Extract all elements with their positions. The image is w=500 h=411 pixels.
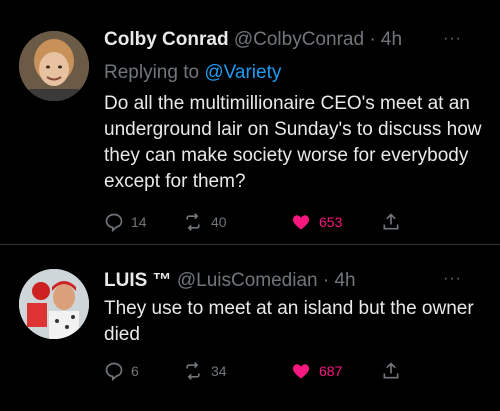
tweet-colby[interactable]: Colby Conrad @ColbyConrad · 4h ··· Reply…: [0, 0, 500, 245]
tweet-text: Do all the multimillionaire CEO's meet a…: [104, 93, 482, 192]
display-name[interactable]: LUIS ™: [104, 270, 172, 291]
retweet-button[interactable]: 40: [182, 212, 227, 232]
replying-label: Replying to: [104, 62, 200, 83]
like-count: 687: [319, 363, 343, 379]
like-icon: [292, 215, 310, 230]
mention-link[interactable]: @Variety: [204, 62, 281, 83]
tweet-header: LUIS ™ @LuisComedian · 4h: [104, 270, 356, 292]
timestamp[interactable]: · 4h: [369, 29, 402, 50]
display-name[interactable]: Colby Conrad: [104, 29, 229, 50]
reply-button[interactable]: 14: [104, 212, 147, 232]
tweet-text: They use to meet at an island but the ow…: [104, 298, 474, 345]
reply-count: 6: [131, 363, 139, 379]
reply-icon: [105, 362, 123, 381]
like-icon: [292, 364, 310, 379]
reply-icon: [105, 213, 123, 232]
retweet-button[interactable]: 34: [182, 361, 227, 381]
user-handle[interactable]: @LuisComedian: [177, 270, 318, 291]
avatar[interactable]: [19, 269, 89, 339]
tweet-luis[interactable]: LUIS ™ @LuisComedian · 4h ··· They use t…: [0, 245, 500, 411]
retweet-count: 40: [211, 214, 227, 230]
tweet-header: Colby Conrad @ColbyConrad · 4h: [104, 29, 402, 51]
share-button[interactable]: [381, 361, 401, 381]
action-bar: 14 40 653: [104, 212, 434, 236]
retweet-icon: [186, 362, 200, 380]
replying-to: Replying to @Variety: [104, 62, 281, 84]
retweet-icon: [186, 213, 200, 231]
retweet-count: 34: [211, 363, 227, 379]
reply-button[interactable]: 6: [104, 361, 139, 381]
more-options-icon[interactable]: ···: [443, 30, 462, 48]
like-button[interactable]: 653: [290, 212, 342, 232]
timestamp[interactable]: · 4h: [323, 270, 356, 291]
reply-count: 14: [131, 214, 147, 230]
share-button[interactable]: [381, 212, 401, 232]
action-bar: 6 34 687: [104, 361, 434, 385]
like-button[interactable]: 687: [290, 361, 342, 381]
like-count: 653: [319, 214, 343, 230]
share-icon: [383, 362, 399, 379]
more-options-icon[interactable]: ···: [443, 270, 462, 288]
share-icon: [383, 213, 399, 230]
avatar[interactable]: [19, 31, 89, 101]
user-handle[interactable]: @ColbyConrad: [234, 29, 364, 50]
